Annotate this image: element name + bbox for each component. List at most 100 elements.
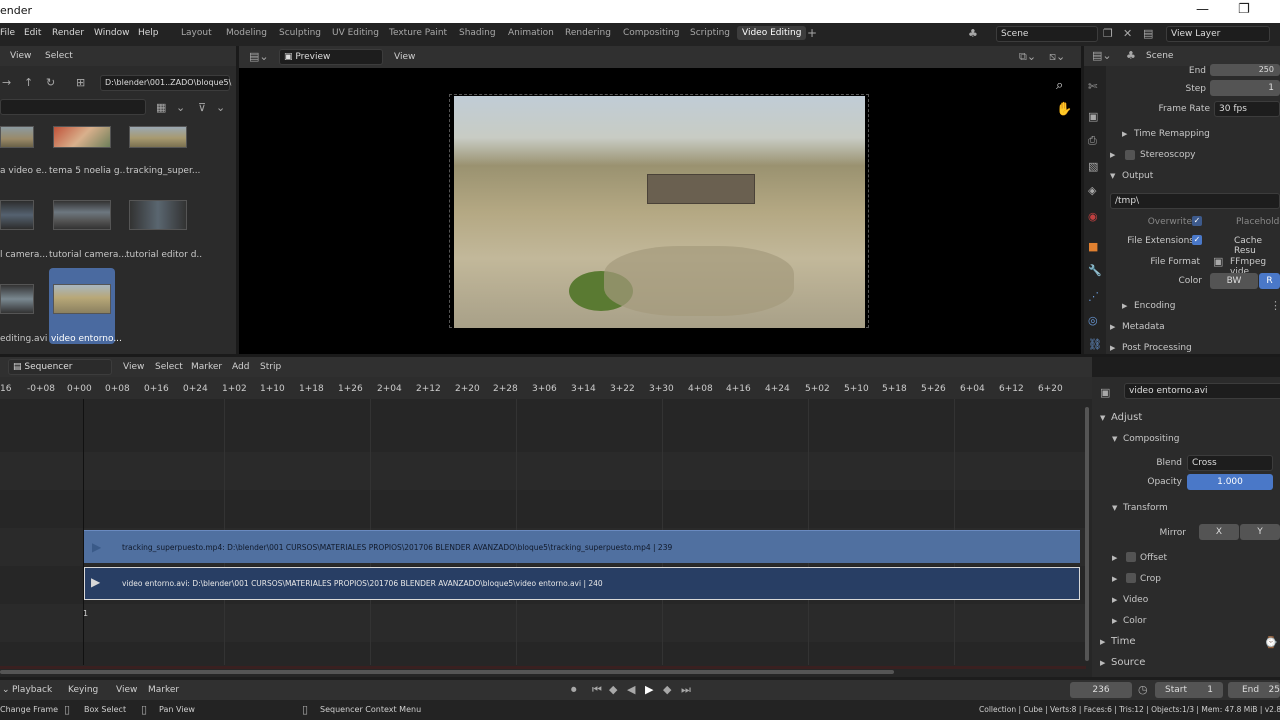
mirror-x-button[interactable]: X xyxy=(1199,524,1239,540)
movie-strip[interactable]: ▶ tracking_superpuesto.mp4: D:\blender\0… xyxy=(84,530,1080,563)
forward-icon[interactable]: → xyxy=(2,76,11,89)
thumbnail[interactable] xyxy=(0,284,34,314)
expand-icon[interactable]: ▶ xyxy=(1112,575,1117,583)
jump-end-icon[interactable]: ⏭ xyxy=(681,683,691,697)
tab-modeling[interactable]: Modeling xyxy=(226,28,267,38)
tab-video-editing[interactable]: Video Editing xyxy=(737,26,807,40)
timeline-menu-view[interactable]: View xyxy=(116,685,137,695)
constraints-icon[interactable]: ⛓ xyxy=(1088,338,1102,351)
expand-icon[interactable]: ▶ xyxy=(1100,659,1105,667)
tab-scripting[interactable]: Scripting xyxy=(690,28,730,38)
jump-start-icon[interactable]: ⏮ xyxy=(592,683,602,697)
movie-strip-selected[interactable]: ▶ video entorno.avi: D:\blender\001 CURS… xyxy=(84,567,1080,600)
current-frame-field[interactable]: 236 xyxy=(1070,682,1132,698)
menu-render[interactable]: Render xyxy=(52,28,84,38)
collapse-icon[interactable]: ▼ xyxy=(1110,172,1115,180)
seq-menu-add[interactable]: Add xyxy=(232,362,249,372)
timeline-menu-keying[interactable]: Keying xyxy=(68,685,98,695)
expand-icon[interactable]: ▶ xyxy=(1122,302,1127,310)
seq-menu-marker[interactable]: Marker xyxy=(191,362,222,372)
color-panel[interactable]: Color xyxy=(1123,616,1147,626)
video-panel[interactable]: Video xyxy=(1123,595,1148,605)
editor-type-icon[interactable]: ▤⌄ xyxy=(1092,49,1112,62)
expand-icon[interactable]: ▶ xyxy=(1100,638,1105,646)
add-workspace-button[interactable]: + xyxy=(807,26,817,40)
expand-icon[interactable]: ▶ xyxy=(1110,151,1115,159)
step-field[interactable]: 1 xyxy=(1210,80,1280,96)
color-rgb-button[interactable]: R xyxy=(1259,273,1280,289)
editor-type-icon[interactable]: ⌄ xyxy=(2,685,10,695)
adjust-panel[interactable]: Adjust xyxy=(1111,412,1142,423)
crop-panel[interactable]: Crop xyxy=(1140,574,1161,584)
path-field[interactable]: D:\blender\001..ZADO\bloque5\ xyxy=(100,75,231,91)
tab-uv-editing[interactable]: UV Editing xyxy=(332,28,379,38)
timeline-menu-marker[interactable]: Marker xyxy=(148,685,179,695)
crop-checkbox[interactable] xyxy=(1126,573,1136,583)
refresh-icon[interactable]: ↻ xyxy=(46,76,55,89)
end-frame-field[interactable]: End 25 xyxy=(1228,682,1280,698)
offset-panel[interactable]: Offset xyxy=(1140,553,1167,563)
thumbnail[interactable] xyxy=(129,126,187,148)
tab-rendering[interactable]: Rendering xyxy=(565,28,611,38)
file-menu-select[interactable]: Select xyxy=(45,51,73,61)
collapse-icon[interactable]: ▼ xyxy=(1100,414,1105,422)
play-reverse-icon[interactable]: ◀ xyxy=(627,683,635,696)
scene-field[interactable]: Scene xyxy=(996,26,1098,42)
tab-animation[interactable]: Animation xyxy=(508,28,554,38)
horizontal-scrollbar[interactable] xyxy=(0,670,894,674)
stereoscopy-panel[interactable]: Stereoscopy xyxy=(1140,150,1196,160)
copy-icon[interactable]: ❐ xyxy=(1103,27,1113,40)
overlay-icon[interactable]: ⧅⌄ xyxy=(1049,50,1065,64)
display-mode-icon[interactable]: ▦ xyxy=(156,101,166,114)
time-remapping-panel[interactable]: Time Remapping xyxy=(1134,129,1210,139)
stereoscopy-checkbox[interactable] xyxy=(1125,150,1135,160)
next-keyframe-icon[interactable]: ◆ xyxy=(663,683,671,696)
view-layer-icon[interactable]: ▤ xyxy=(1143,27,1153,40)
thumbnail[interactable] xyxy=(53,200,111,230)
compositing-panel[interactable]: Compositing xyxy=(1123,434,1179,444)
vertical-scrollbar[interactable] xyxy=(1085,407,1089,661)
expand-icon[interactable]: ▶ xyxy=(1112,596,1117,604)
time-icon[interactable]: ⌚ xyxy=(1264,636,1278,649)
frame-rate-dropdown[interactable]: 30 fps xyxy=(1214,101,1280,117)
record-icon[interactable]: ⏺ xyxy=(571,683,577,697)
chevron-down-icon[interactable]: ⌄ xyxy=(176,101,185,114)
filter-icon[interactable]: ⊽ xyxy=(198,101,206,114)
minimize-button[interactable]: — xyxy=(1196,2,1209,17)
post-processing-panel[interactable]: Post Processing xyxy=(1122,343,1192,353)
physics-icon[interactable]: ◎ xyxy=(1088,314,1098,327)
encoding-panel[interactable]: Encoding xyxy=(1134,301,1175,311)
menu-edit[interactable]: Edit xyxy=(24,28,41,38)
transform-panel[interactable]: Transform xyxy=(1123,503,1168,513)
tab-compositing[interactable]: Compositing xyxy=(623,28,679,38)
tool-icon[interactable]: ✄ xyxy=(1088,80,1097,93)
tab-texture-paint[interactable]: Texture Paint xyxy=(389,28,447,38)
file-menu-view[interactable]: View xyxy=(10,51,31,61)
mirror-y-button[interactable]: Y xyxy=(1240,524,1280,540)
output-path-field[interactable]: /tmp\ xyxy=(1110,193,1280,209)
drag-handle-icon[interactable]: ⋮ xyxy=(1270,299,1280,312)
collapse-icon[interactable]: ▼ xyxy=(1112,435,1117,443)
expand-icon[interactable]: ▶ xyxy=(1110,344,1115,352)
view-layer-field[interactable]: View Layer xyxy=(1166,26,1270,42)
clock-icon[interactable]: ◷ xyxy=(1138,683,1148,696)
menu-help[interactable]: Help xyxy=(138,28,159,38)
end-field[interactable]: 250 xyxy=(1210,64,1280,76)
tab-shading[interactable]: Shading xyxy=(459,28,496,38)
close-icon[interactable]: ✕ xyxy=(1123,27,1132,40)
chevron-down-icon[interactable]: ⌄ xyxy=(216,101,225,114)
output-panel[interactable]: Output xyxy=(1122,171,1153,181)
thumbnail[interactable] xyxy=(129,200,187,230)
thumbnail[interactable] xyxy=(0,200,34,230)
expand-icon[interactable]: ▶ xyxy=(1112,554,1117,562)
source-panel[interactable]: Source xyxy=(1111,657,1145,668)
menu-window[interactable]: Window xyxy=(94,28,130,38)
thumbnail[interactable] xyxy=(53,284,111,314)
world-icon[interactable]: ◉ xyxy=(1088,210,1098,223)
opacity-slider[interactable]: 1.000 xyxy=(1187,474,1273,490)
start-frame-field[interactable]: Start 1 xyxy=(1155,682,1223,698)
object-icon[interactable]: ■ xyxy=(1088,240,1098,253)
seq-menu-view[interactable]: View xyxy=(123,362,144,372)
new-folder-icon[interactable]: ⊞ xyxy=(76,76,85,89)
output-icon[interactable]: ⎙ xyxy=(1088,134,1097,148)
